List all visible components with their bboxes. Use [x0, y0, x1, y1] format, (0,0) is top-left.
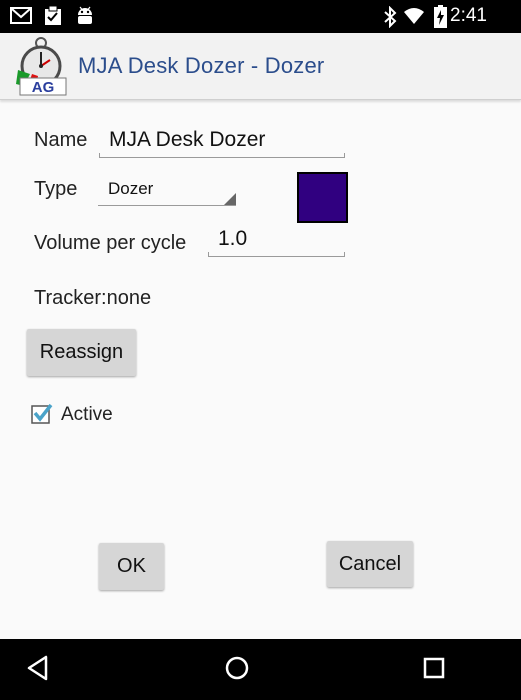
active-label: Active [61, 404, 113, 425]
app-logo-icon: AG [16, 37, 67, 96]
ok-button-label: OK [117, 555, 146, 577]
type-spinner[interactable]: Dozer [98, 176, 236, 206]
svg-text:AG: AG [32, 79, 55, 96]
back-icon[interactable] [26, 655, 50, 681]
volume-label: Volume per cycle [34, 232, 187, 254]
cancel-button-label: Cancel [338, 552, 402, 575]
cancel-button[interactable]: Cancel [327, 541, 413, 587]
reassign-button[interactable]: Reassign [27, 329, 136, 376]
bluetooth-icon [384, 6, 397, 28]
volume-field[interactable]: 1.0 [208, 225, 345, 257]
gmail-icon [10, 7, 32, 24]
type-spinner-value: Dozer [108, 179, 154, 198]
ok-button[interactable]: OK [99, 543, 164, 590]
spinner-arrow-icon [224, 193, 236, 205]
status-time: 2:41 [450, 5, 487, 26]
battery-charging-icon [434, 5, 447, 28]
name-field-value: MJA Desk Dozer [109, 128, 266, 151]
tracker-label: Tracker:none [34, 287, 152, 309]
color-swatch[interactable] [297, 172, 348, 223]
name-field[interactable]: MJA Desk Dozer [99, 125, 345, 158]
reassign-button-label: Reassign [39, 341, 124, 363]
home-icon[interactable] [224, 655, 250, 681]
status-bar: 2:41 [0, 0, 521, 33]
action-bar: AG MJA Desk Dozer - Dozer [0, 33, 521, 100]
volume-field-value: 1.0 [218, 227, 248, 250]
recents-icon[interactable] [422, 655, 446, 681]
clipboard-icon [45, 6, 61, 25]
type-label: Type [34, 178, 78, 200]
android-icon [78, 6, 92, 24]
app-title: MJA Desk Dozer - Dozer [78, 53, 325, 78]
name-label: Name [34, 129, 88, 151]
wifi-icon [404, 8, 424, 24]
nav-bar [0, 639, 521, 700]
active-checkbox[interactable] [31, 402, 53, 424]
